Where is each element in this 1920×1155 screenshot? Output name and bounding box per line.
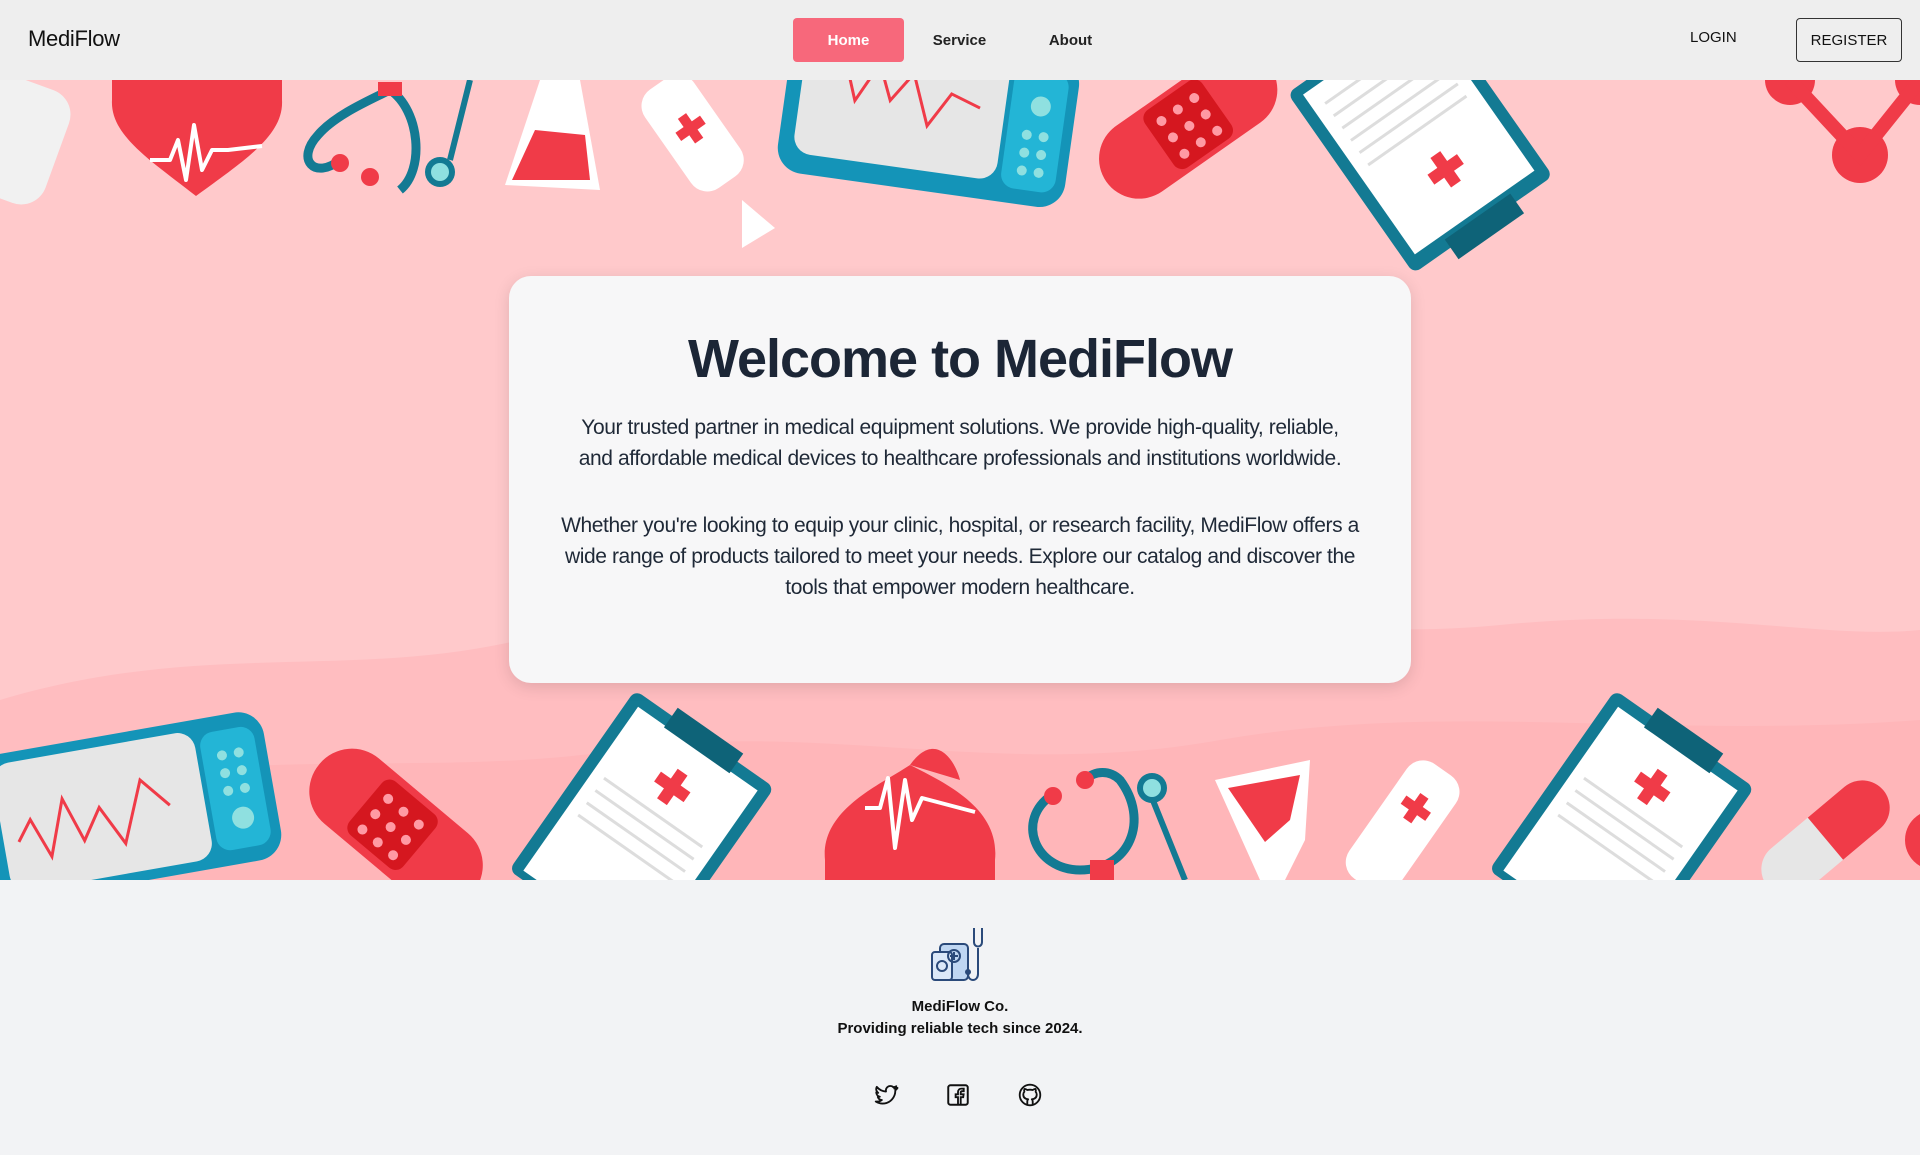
github-icon[interactable] [1017,1082,1043,1108]
nav-links: Home Service About [793,18,1126,62]
nav-service-link[interactable]: Service [904,18,1015,62]
twitter-icon[interactable] [873,1082,899,1108]
footer: MediFlow Co. Providing reliable tech sin… [0,880,1920,1155]
clipboard-icon-top [1290,80,1550,271]
flask-icon-top [505,80,600,190]
bandage-icon-top [1099,80,1278,199]
navbar: MediFlow Home Service About LOGIN REGIST… [0,0,1920,80]
details-paragraph: Whether you're looking to equip your cli… [561,514,1359,599]
vial-icon-top [641,80,744,192]
medical-kit-logo-icon [926,922,994,990]
welcome-title: Welcome to MediFlow [687,329,1233,389]
brand-logo-text[interactable]: MediFlow [28,26,120,52]
footer-company-name: MediFlow Co. [911,998,1009,1015]
login-link[interactable]: LOGIN [1690,29,1737,46]
nav-about-link[interactable]: About [1015,18,1126,62]
stethoscope-icon-top [303,80,473,194]
facebook-icon[interactable] [945,1082,971,1108]
intro-paragraph: Your trusted partner in medical equipmen… [578,416,1342,470]
hero-section: Welcome to MediFlow Your trusted partner… [0,80,1920,880]
heart-icon-top [111,80,283,196]
footer-tagline: Providing reliable tech since 2024. [837,1020,1083,1037]
molecule-icon-top [1765,80,1920,183]
ecg-monitor-icon-top [777,80,1080,208]
bottle-icon-top-left [0,80,71,205]
nav-home-link[interactable]: Home [793,18,904,62]
register-button[interactable]: REGISTER [1796,18,1902,62]
social-links [873,1082,1043,1108]
welcome-card: Welcome to MediFlow Your trusted partner… [509,276,1411,683]
